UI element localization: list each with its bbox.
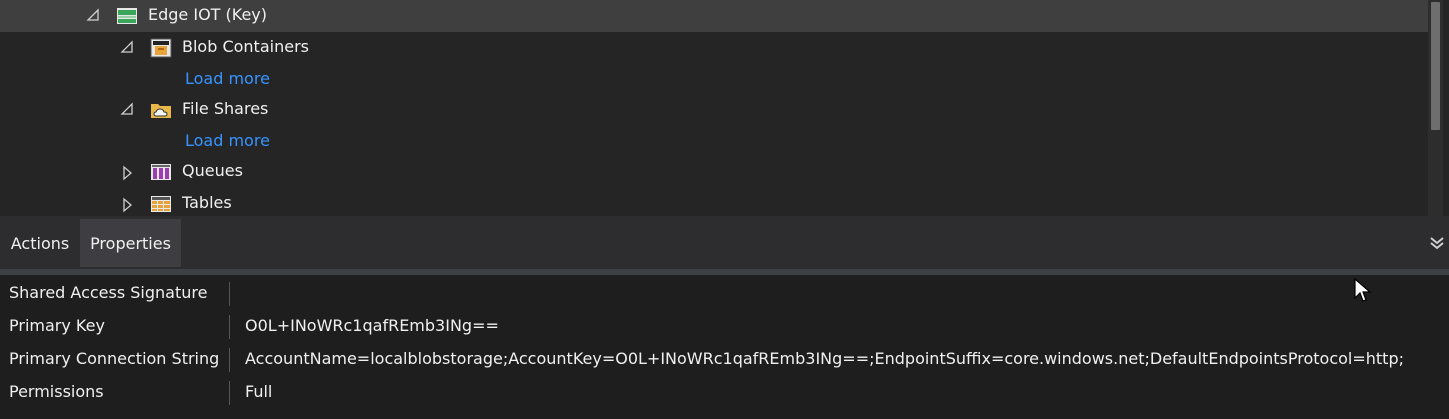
collapsed-triangle-icon[interactable] [119,197,135,213]
tree-node-blob-containers[interactable]: Blob Containers [0,32,1428,64]
column-divider [229,315,230,339]
tables-icon [150,193,172,215]
property-name: Shared Access Signature [9,283,208,302]
blob-containers-icon [150,37,172,59]
mouse-pointer-icon [1354,277,1372,304]
column-divider [229,381,230,405]
tree-node-label: File Shares [182,99,269,118]
collapsed-triangle-icon[interactable] [119,165,135,181]
storage-explorer-tree: Edge IOT (Key) Blob Containers Load more [0,0,1428,216]
queues-icon [150,161,172,183]
expanded-triangle-icon[interactable] [119,101,135,117]
tab-label: Properties [90,233,171,253]
property-value[interactable]: Full [245,382,272,401]
load-more-link[interactable]: Load more [185,131,270,150]
tree-node-edge-iot[interactable]: Edge IOT (Key) [0,0,1428,32]
tab-actions[interactable]: Actions [0,219,80,267]
property-row: Primary Connection String AccountName=lo… [0,343,1449,376]
property-name: Primary Key [9,316,105,335]
tab-properties[interactable]: Properties [80,219,181,267]
tree-node-queues[interactable]: Queues [0,156,1428,188]
scrollbar-thumb[interactable] [1431,2,1440,130]
tree-load-more-row: Load more [0,64,1428,96]
chevron-down-icon[interactable] [1429,235,1445,251]
property-row: Primary Key O0L+INoWRc1qafREmb3INg== [0,310,1449,343]
tree-node-label: Edge IOT (Key) [148,5,268,24]
tree-node-label: Blob Containers [182,37,309,56]
properties-panel: Shared Access Signature Primary Key O0L+… [0,275,1449,419]
property-value[interactable]: O0L+INoWRc1qafREmb3INg== [245,316,499,335]
tree-scrollbar[interactable] [1428,0,1443,216]
file-shares-icon [150,99,172,121]
tree-load-more-row: Load more [0,126,1428,158]
load-more-link[interactable]: Load more [185,69,270,88]
tree-node-tables[interactable]: Tables [0,188,1428,216]
storage-account-icon [116,5,138,27]
tab-label: Actions [10,233,70,253]
property-value[interactable]: AccountName=localblobstorage;AccountKey=… [245,349,1404,368]
expanded-triangle-icon[interactable] [119,39,135,55]
expanded-triangle-icon[interactable] [85,7,101,23]
property-row: Permissions Full [0,376,1449,409]
tree-node-label: Queues [182,161,243,180]
property-row: Shared Access Signature [0,277,1449,310]
tree-node-file-shares[interactable]: File Shares [0,94,1428,126]
property-name: Primary Connection String [9,349,220,368]
property-name: Permissions [9,382,104,401]
column-divider [229,348,230,372]
column-divider [229,282,230,306]
tree-node-label: Tables [182,193,232,212]
bottom-panel-tabbar: Actions Properties [0,219,1449,269]
